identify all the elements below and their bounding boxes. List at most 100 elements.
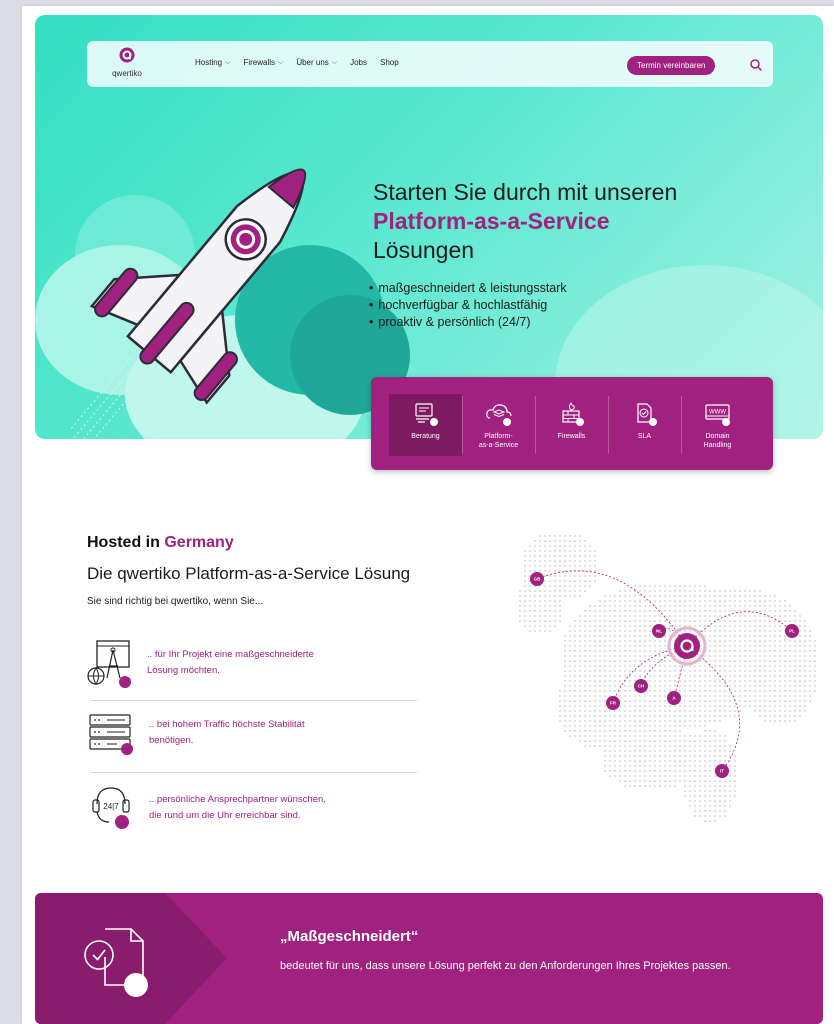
map-dot — [604, 715, 606, 717]
hosted-heading: Hosted in Germany — [87, 534, 234, 552]
map-dot — [609, 690, 611, 692]
map-dot — [609, 605, 611, 607]
map-dot — [539, 590, 541, 592]
nav-item-hosting[interactable]: Hosting ⌵ — [195, 58, 230, 67]
map-dot — [594, 660, 596, 662]
map-dot — [794, 710, 796, 712]
nav-item-firewalls[interactable]: Firewalls ⌵ — [243, 58, 283, 67]
map-dot — [679, 620, 681, 622]
map-dot — [609, 635, 611, 637]
search-icon[interactable] — [748, 57, 764, 73]
map-dot — [674, 715, 676, 717]
map-dot — [589, 640, 591, 642]
map-dot — [679, 675, 681, 677]
map-dot — [769, 605, 771, 607]
map-dot — [599, 745, 601, 747]
tab-beratung[interactable]: Beratung — [389, 394, 462, 456]
map-dot — [619, 635, 621, 637]
map-dot — [604, 675, 606, 677]
feature-item: .. für Ihr Projekt eine maßgeschneiderte… — [87, 638, 417, 694]
map-dot — [749, 680, 751, 682]
map-dot — [614, 750, 616, 752]
map-dot — [794, 685, 796, 687]
nav-item-jobs[interactable]: Jobs — [350, 58, 367, 67]
nav-item-label: Shop — [380, 58, 399, 67]
map-dot — [674, 600, 676, 602]
map-dot — [724, 635, 726, 637]
map-dot — [569, 720, 571, 722]
map-dot — [789, 610, 791, 612]
map-dot — [539, 615, 541, 617]
map-dot — [599, 730, 601, 732]
map-dot — [694, 785, 696, 787]
map-dot — [649, 650, 651, 652]
map-dot — [694, 775, 696, 777]
map-dot — [649, 690, 651, 692]
map-dot — [699, 810, 701, 812]
map-dot — [649, 635, 651, 637]
consulting-icon — [414, 403, 438, 426]
map-dot — [739, 660, 741, 662]
map-dot — [689, 700, 691, 702]
svg-text:NL: NL — [656, 629, 662, 634]
map-dot — [694, 710, 696, 712]
map-dot — [729, 640, 731, 642]
map-dot — [649, 705, 651, 707]
map-dot — [594, 555, 596, 557]
map-dot — [684, 755, 686, 757]
tab-platform-as-a-service[interactable]: Platform- as-a-Service — [462, 394, 535, 456]
map-dot — [684, 705, 686, 707]
map-dot — [609, 655, 611, 657]
map-dot — [664, 675, 666, 677]
map-dot — [554, 565, 556, 567]
map-dot — [674, 620, 676, 622]
map-dot — [789, 700, 791, 702]
map-dot — [639, 640, 641, 642]
map-dot — [729, 750, 731, 752]
map-dot — [679, 690, 681, 692]
tab-firewalls[interactable]: Firewalls — [535, 394, 608, 456]
map-dot — [664, 585, 666, 587]
map-dot — [654, 660, 656, 662]
map-dot — [614, 745, 616, 747]
map-dot — [604, 610, 606, 612]
map-dot — [589, 705, 591, 707]
logo[interactable]: qwertiko — [105, 47, 149, 78]
map-dot — [679, 750, 681, 752]
map-dot — [734, 660, 736, 662]
map-dot — [629, 650, 631, 652]
map-dot — [769, 695, 771, 697]
map-dot — [724, 645, 726, 647]
map-dot — [609, 750, 611, 752]
map-dot — [519, 615, 521, 617]
map-dot — [769, 640, 771, 642]
map-dot — [634, 770, 636, 772]
map-dot — [659, 600, 661, 602]
map-dot — [684, 690, 686, 692]
map-dot — [574, 675, 576, 677]
map-dot — [684, 715, 686, 717]
map-dot — [629, 645, 631, 647]
map-dot — [724, 790, 726, 792]
map-dot — [779, 645, 781, 647]
nav-item-shop[interactable]: Shop — [380, 58, 399, 67]
map-dot — [639, 745, 641, 747]
map-dot — [629, 730, 631, 732]
tab-sla[interactable]: SLA — [608, 394, 681, 456]
map-dot — [684, 795, 686, 797]
map-dot — [649, 660, 651, 662]
map-dot — [609, 720, 611, 722]
map-dot — [764, 720, 766, 722]
map-dot — [609, 765, 611, 767]
map-dot — [749, 665, 751, 667]
map-dot — [699, 745, 701, 747]
map-dot — [759, 675, 761, 677]
map-dot — [754, 650, 756, 652]
map-dot — [569, 700, 571, 702]
map-dot — [674, 730, 676, 732]
nav-item-ueber-uns[interactable]: Über uns ⌵ — [296, 58, 337, 67]
map-dot — [524, 605, 526, 607]
appointment-button[interactable]: Termin vereinbaren — [627, 56, 716, 75]
map-dot — [639, 705, 641, 707]
tab-domain-handling[interactable]: WWW Domain Handling — [681, 394, 754, 456]
